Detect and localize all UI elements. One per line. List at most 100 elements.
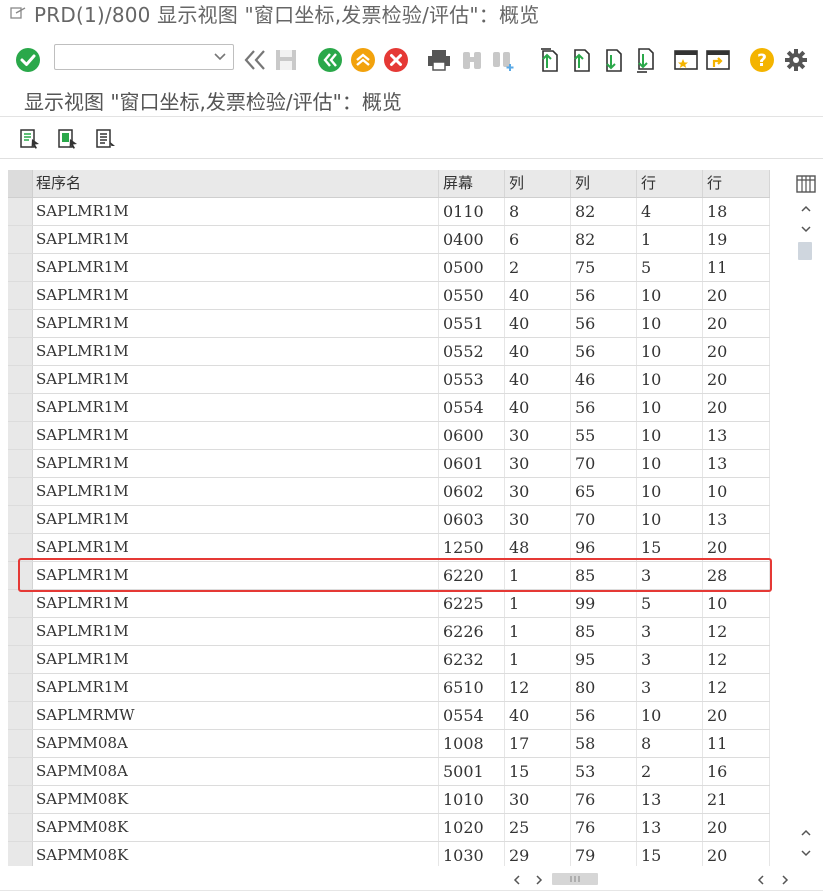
cell-row-to[interactable]: 20 bbox=[703, 338, 770, 365]
table-row[interactable]: SAPLMR1M 1250 48 96 15 20 bbox=[8, 534, 770, 562]
cell-column-to[interactable]: 82 bbox=[571, 226, 637, 253]
cell-column-to[interactable]: 79 bbox=[571, 842, 637, 866]
cell-row-to[interactable]: 20 bbox=[703, 814, 770, 841]
cell-column-to[interactable]: 70 bbox=[571, 506, 637, 533]
row-selector[interactable] bbox=[8, 814, 33, 841]
table-row[interactable]: SAPLMR1M 6232 1 95 3 12 bbox=[8, 646, 770, 674]
cell-screen[interactable]: 0554 bbox=[439, 394, 505, 421]
cell-program[interactable]: SAPLMR1M bbox=[32, 450, 439, 477]
row-selector[interactable] bbox=[8, 226, 33, 253]
cell-program[interactable]: SAPLMR1M bbox=[32, 674, 439, 701]
cell-screen[interactable]: 5001 bbox=[439, 758, 505, 785]
help-icon[interactable]: ? bbox=[748, 46, 776, 74]
cell-program[interactable]: SAPLMR1M bbox=[32, 618, 439, 645]
cell-column-to[interactable]: 85 bbox=[571, 562, 637, 589]
cell-screen[interactable]: 1250 bbox=[439, 534, 505, 561]
cell-row-to[interactable]: 10 bbox=[703, 590, 770, 617]
row-selector[interactable] bbox=[8, 674, 33, 701]
cell-row-from[interactable]: 10 bbox=[637, 478, 703, 505]
cell-row-from[interactable]: 10 bbox=[637, 506, 703, 533]
cell-program[interactable]: SAPLMR1M bbox=[32, 254, 439, 281]
cancel-icon[interactable] bbox=[382, 46, 410, 74]
cell-column-from[interactable]: 48 bbox=[505, 534, 571, 561]
command-input[interactable] bbox=[59, 45, 213, 69]
cell-row-from[interactable]: 5 bbox=[637, 254, 703, 281]
cell-column-to[interactable]: 65 bbox=[571, 478, 637, 505]
column-header-row-to[interactable]: 行 bbox=[703, 170, 770, 197]
cell-row-to[interactable]: 13 bbox=[703, 450, 770, 477]
row-selector[interactable] bbox=[8, 562, 33, 589]
horizontal-scrollbar[interactable] bbox=[500, 870, 820, 890]
cell-column-from[interactable]: 40 bbox=[505, 310, 571, 337]
cell-column-from[interactable]: 8 bbox=[505, 198, 571, 225]
cell-row-from[interactable]: 10 bbox=[637, 338, 703, 365]
cell-row-from[interactable]: 2 bbox=[637, 758, 703, 785]
cell-column-to[interactable]: 55 bbox=[571, 422, 637, 449]
cell-row-from[interactable]: 10 bbox=[637, 282, 703, 309]
cell-row-from[interactable]: 3 bbox=[637, 562, 703, 589]
row-selector[interactable] bbox=[8, 366, 33, 393]
row-selector[interactable] bbox=[8, 422, 33, 449]
cell-row-to[interactable]: 21 bbox=[703, 786, 770, 813]
row-selector[interactable] bbox=[8, 618, 33, 645]
select-all-cell[interactable] bbox=[8, 170, 33, 197]
cell-row-from[interactable]: 4 bbox=[637, 198, 703, 225]
cell-row-to[interactable]: 20 bbox=[703, 394, 770, 421]
column-header-program[interactable]: 程序名 bbox=[32, 170, 439, 197]
cell-row-from[interactable]: 10 bbox=[637, 422, 703, 449]
row-selector[interactable] bbox=[8, 282, 33, 309]
back-double-chevron-icon[interactable] bbox=[240, 46, 270, 74]
row-selector[interactable] bbox=[8, 478, 33, 505]
cell-screen[interactable]: 6225 bbox=[439, 590, 505, 617]
cell-row-to[interactable]: 11 bbox=[703, 730, 770, 757]
cell-row-to[interactable]: 10 bbox=[703, 478, 770, 505]
cell-row-to[interactable]: 20 bbox=[703, 702, 770, 729]
cell-column-from[interactable]: 30 bbox=[505, 506, 571, 533]
cell-column-from[interactable]: 30 bbox=[505, 422, 571, 449]
cell-row-to[interactable]: 16 bbox=[703, 758, 770, 785]
chevron-down-icon[interactable] bbox=[213, 49, 227, 68]
cell-column-from[interactable]: 2 bbox=[505, 254, 571, 281]
table-row[interactable]: SAPMM08K 1020 25 76 13 20 bbox=[8, 814, 770, 842]
next-page-icon[interactable] bbox=[598, 46, 626, 74]
cell-row-from[interactable]: 8 bbox=[637, 730, 703, 757]
command-field[interactable] bbox=[54, 44, 234, 70]
cell-column-to[interactable]: 82 bbox=[571, 198, 637, 225]
cell-column-from[interactable]: 12 bbox=[505, 674, 571, 701]
cell-row-from[interactable]: 15 bbox=[637, 842, 703, 866]
row-selector[interactable] bbox=[8, 338, 33, 365]
cell-screen[interactable]: 1030 bbox=[439, 842, 505, 866]
row-selector[interactable] bbox=[8, 534, 33, 561]
cell-row-from[interactable]: 3 bbox=[637, 674, 703, 701]
cell-column-from[interactable]: 1 bbox=[505, 590, 571, 617]
cell-row-from[interactable]: 10 bbox=[637, 394, 703, 421]
cell-row-from[interactable]: 10 bbox=[637, 450, 703, 477]
cell-row-to[interactable]: 20 bbox=[703, 842, 770, 866]
cell-row-from[interactable]: 13 bbox=[637, 814, 703, 841]
scroll-left-icon[interactable] bbox=[754, 872, 768, 888]
table-row[interactable]: SAPLMR1M 6226 1 85 3 12 bbox=[8, 618, 770, 646]
row-selector[interactable] bbox=[8, 590, 33, 617]
cell-screen[interactable]: 6232 bbox=[439, 646, 505, 673]
cell-row-from[interactable]: 1 bbox=[637, 226, 703, 253]
cell-program[interactable]: SAPLMR1M bbox=[32, 394, 439, 421]
cell-column-to[interactable]: 56 bbox=[571, 310, 637, 337]
cell-row-to[interactable]: 20 bbox=[703, 282, 770, 309]
first-page-icon[interactable] bbox=[534, 46, 562, 74]
cell-program[interactable]: SAPLMR1M bbox=[32, 282, 439, 309]
column-header-column-from[interactable]: 列 bbox=[505, 170, 571, 197]
cell-program[interactable]: SAPLMR1M bbox=[32, 338, 439, 365]
vertical-scrollbar[interactable] bbox=[795, 170, 817, 866]
cell-row-from[interactable]: 13 bbox=[637, 786, 703, 813]
cell-program[interactable]: SAPMM08A bbox=[32, 730, 439, 757]
cell-column-to[interactable]: 56 bbox=[571, 282, 637, 309]
cell-column-from[interactable]: 40 bbox=[505, 366, 571, 393]
scroll-right-icon[interactable] bbox=[778, 872, 792, 888]
table-row[interactable]: SAPLMR1M 0601 30 70 10 13 bbox=[8, 450, 770, 478]
cell-program[interactable]: SAPLMR1M bbox=[32, 478, 439, 505]
cell-program[interactable]: SAPMM08K bbox=[32, 814, 439, 841]
cell-program[interactable]: SAPLMR1M bbox=[32, 226, 439, 253]
cell-row-to[interactable]: 18 bbox=[703, 198, 770, 225]
cell-screen[interactable]: 0552 bbox=[439, 338, 505, 365]
table-row[interactable]: SAPLMR1M 0500 2 75 5 11 bbox=[8, 254, 770, 282]
